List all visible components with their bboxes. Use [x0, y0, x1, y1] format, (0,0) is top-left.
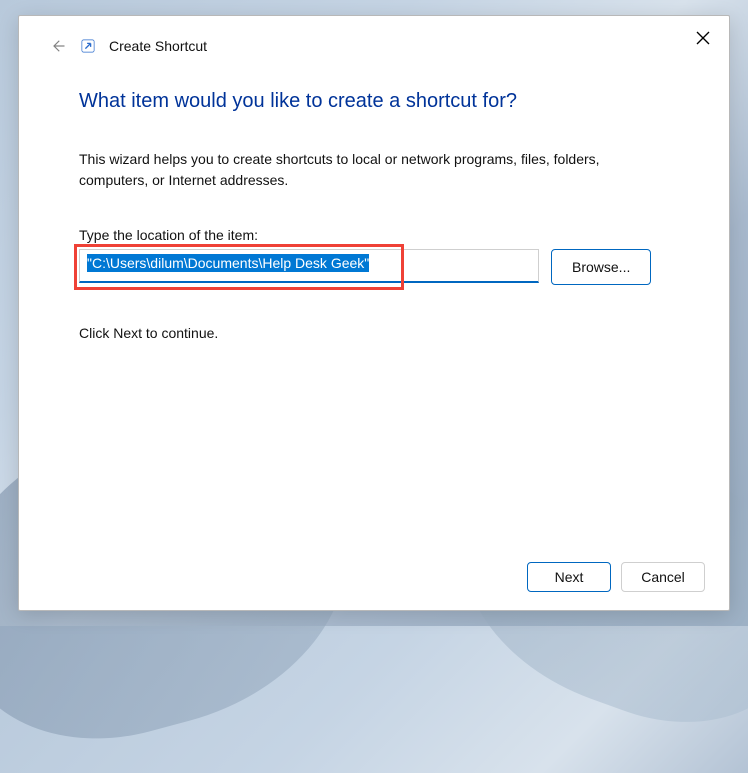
dialog-content: What item would you like to create a sho…	[19, 66, 729, 550]
shortcut-arrow-icon	[81, 39, 95, 53]
close-button[interactable]	[689, 24, 717, 52]
location-input[interactable]	[79, 249, 539, 283]
dialog-footer: Next Cancel	[19, 550, 729, 610]
location-row: "C:\Users\dilum\Documents\Help Desk Geek…	[79, 249, 669, 285]
browse-button[interactable]: Browse...	[551, 249, 651, 285]
arrow-left-icon	[48, 37, 66, 55]
location-input-wrap: "C:\Users\dilum\Documents\Help Desk Geek…	[79, 249, 539, 283]
window-title: Create Shortcut	[109, 38, 207, 54]
location-label: Type the location of the item:	[79, 227, 669, 243]
cancel-button[interactable]: Cancel	[621, 562, 705, 592]
next-button[interactable]: Next	[527, 562, 611, 592]
wizard-description: This wizard helps you to create shortcut…	[79, 149, 669, 191]
continue-text: Click Next to continue.	[79, 325, 669, 341]
create-shortcut-dialog: Create Shortcut What item would you like…	[18, 15, 730, 611]
close-icon	[696, 31, 710, 45]
titlebar: Create Shortcut	[19, 16, 729, 66]
page-heading: What item would you like to create a sho…	[79, 90, 669, 113]
back-button[interactable]	[47, 36, 67, 56]
